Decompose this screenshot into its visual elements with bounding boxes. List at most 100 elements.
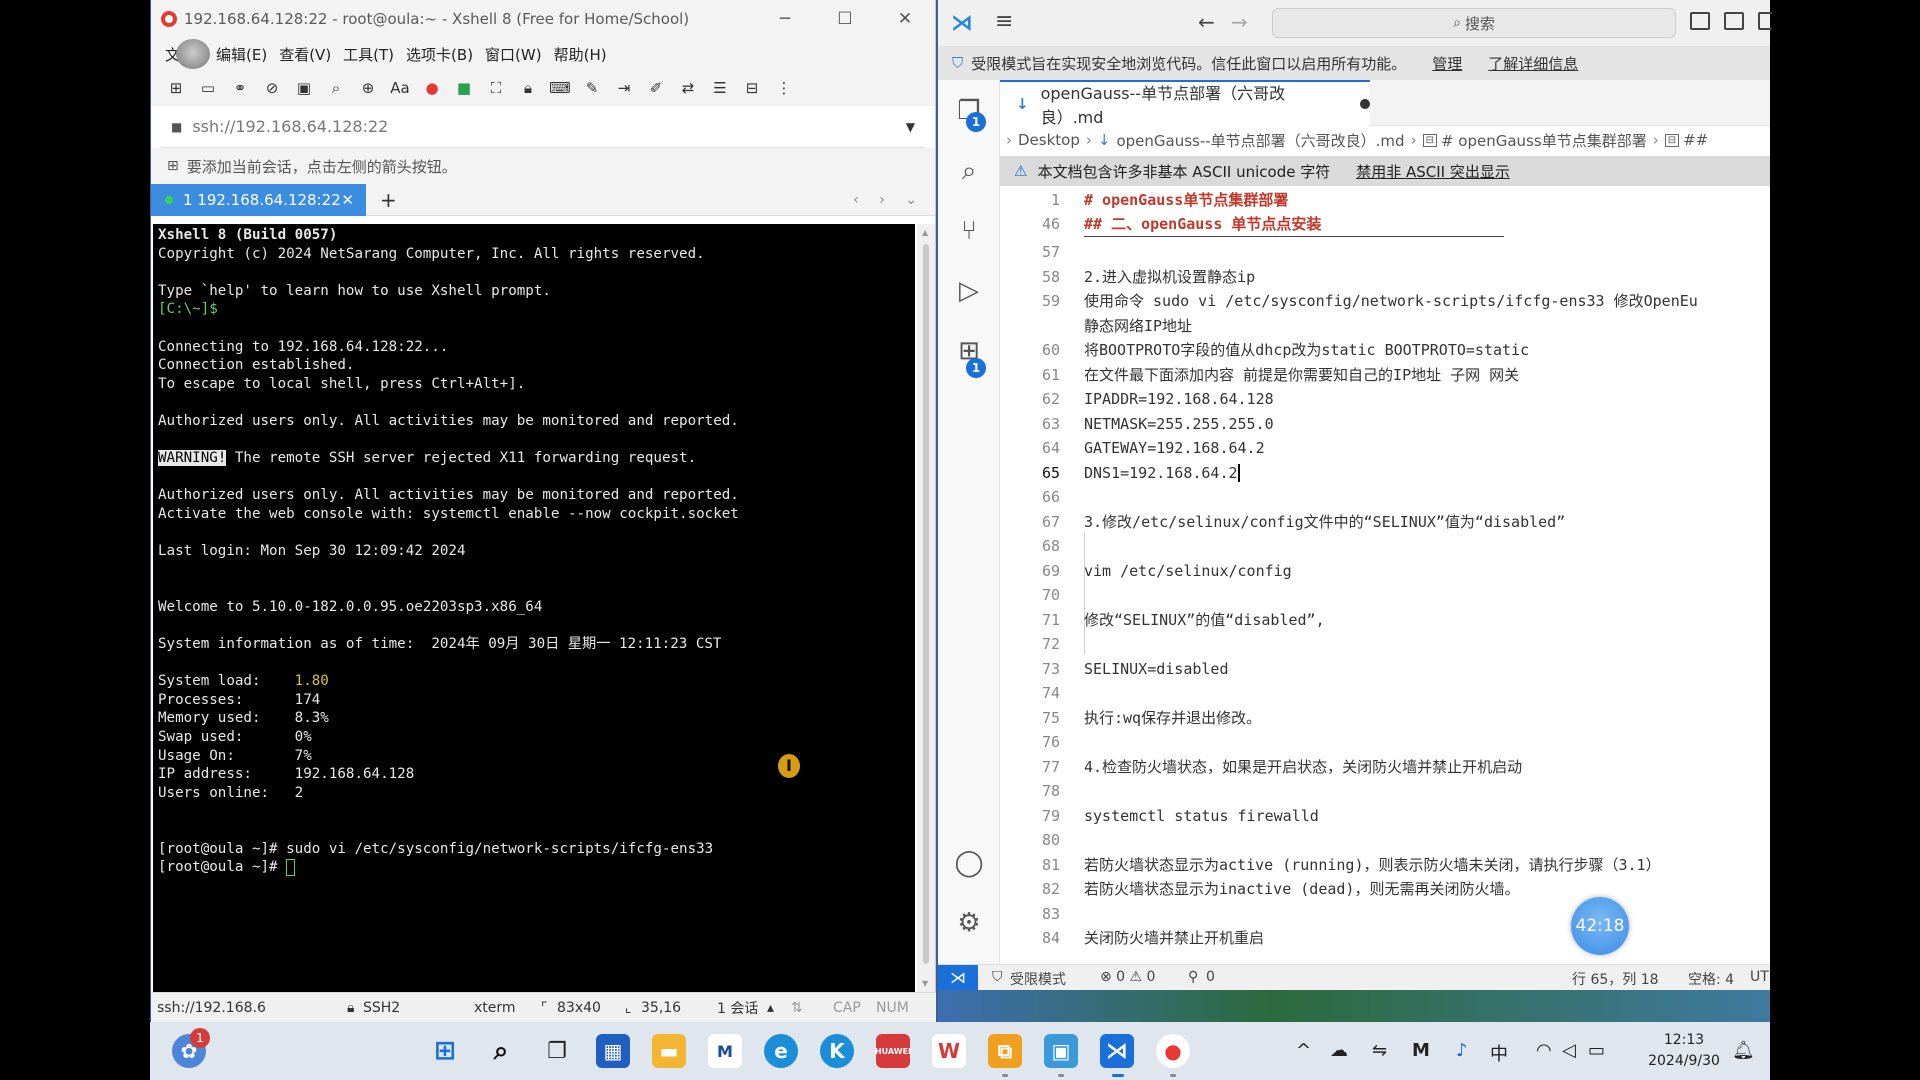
huawei-icon[interactable]: HUAWEI — [875, 1034, 911, 1068]
editor-line[interactable]: 60 将BOOTPROTO字段的值从dhcp改为static BOOTPROTO=… — [1000, 338, 1770, 363]
editor-line[interactable]: 66 — [1000, 485, 1770, 510]
xshell-logo-icon[interactable]: ● — [421, 78, 443, 98]
wifi-icon[interactable]: ◠ — [1536, 1040, 1552, 1061]
lock-icon[interactable]: 🔒︎ — [517, 78, 539, 98]
hamburger-menu-icon[interactable]: ≡ — [995, 9, 1013, 34]
new-tab-button[interactable]: + — [380, 188, 397, 212]
clock[interactable]: 12:13 2024/9/30 — [1644, 1030, 1724, 1072]
editor-line[interactable]: 静态网络IP地址 — [1000, 314, 1770, 339]
tab-navigation-icon[interactable]: ‹ › ⌄ — [853, 192, 925, 208]
editor-line[interactable]: 81 若防火墙状态显示为active (running)，则表示防火墙未关闭，请执… — [1000, 853, 1770, 878]
globe-icon[interactable]: ⊕ — [357, 78, 379, 98]
editor-line[interactable]: 84 关闭防火墙并禁止开机重启 — [1000, 926, 1770, 951]
toggle-panel-icon[interactable] — [1724, 12, 1744, 30]
address-bar[interactable]: ■ ssh://192.168.64.128:22 ▼ — [161, 106, 925, 148]
menu-tools[interactable]: 工具(T) — [343, 44, 394, 65]
editor-line[interactable]: 79 systemctl status firewalld — [1000, 804, 1770, 829]
file-explorer-icon[interactable]: ▬ — [652, 1034, 686, 1068]
editor-line[interactable]: 74 — [1000, 681, 1770, 706]
transfer-icon[interactable]: ⇥ — [613, 78, 635, 98]
script-icon[interactable]: ✐ — [645, 78, 667, 98]
command-center-search[interactable]: ⌕ 搜索 — [1272, 8, 1676, 38]
menu-window[interactable]: 窗口(W) — [485, 44, 542, 65]
add-session-icon[interactable]: ⊞ — [167, 158, 179, 174]
terminal[interactable]: Xshell 8 (Build 0057) Copyright (c) 2024 … — [153, 224, 915, 992]
breadcrumb-folder[interactable]: Desktop — [1018, 131, 1080, 149]
settings-gear-icon[interactable]: ⚙ — [952, 906, 986, 940]
status-encoding[interactable]: UT — [1750, 969, 1769, 985]
editor-line[interactable]: 83 — [1000, 902, 1770, 927]
source-control-icon[interactable]: ⑂ — [952, 214, 986, 248]
editor-line[interactable]: 71 修改“SELINUX”的值“disabled”, — [1000, 608, 1770, 633]
editor-line[interactable]: 68 — [1000, 534, 1770, 559]
wps-office-icon[interactable]: W — [932, 1034, 966, 1068]
minimize-icon[interactable]: ─ — [755, 9, 815, 29]
menu-edit[interactable]: 编辑(E) — [216, 44, 267, 65]
tunnel-icon[interactable]: ⇄ — [677, 78, 699, 98]
menu-help[interactable]: 帮助(H) — [554, 44, 607, 65]
menu-tabs[interactable]: 选项卡(B) — [406, 44, 473, 65]
terminal-scrollbar[interactable]: ▲ ▼ — [917, 224, 935, 992]
chevron-down-icon[interactable]: ▼ — [906, 120, 915, 134]
editor-line[interactable]: 64 GATEWAY=192.168.64.2 — [1000, 436, 1770, 461]
editor-line[interactable]: 65 DNS1=192.168.64.2 — [1000, 461, 1770, 486]
editor-line[interactable]: 63 NETMASK=255.255.255.0 — [1000, 412, 1770, 437]
editor-line[interactable]: 75 执行:wq保存并退出修改。 — [1000, 706, 1770, 731]
fullscreen-icon[interactable]: ⛶ — [485, 78, 507, 98]
reconnect-icon[interactable]: ⚭ — [229, 78, 251, 98]
editor-line[interactable]: 70 — [1000, 583, 1770, 608]
microphone-icon[interactable]: ♪ — [1456, 1040, 1468, 1061]
compose-icon[interactable]: ✎ — [581, 78, 603, 98]
search-icon[interactable]: ⌕ — [484, 1034, 518, 1068]
status-problems[interactable]: ⊗ 0 ⚠ 0 — [1100, 969, 1155, 985]
show-hidden-icons-icon[interactable]: ^ — [1296, 1040, 1311, 1061]
wps-tray-icon[interactable]: M — [1412, 1040, 1430, 1061]
microsoft-store-icon[interactable]: ▦ — [596, 1034, 630, 1068]
editor-line[interactable]: 80 — [1000, 828, 1770, 853]
remote-desktop-icon[interactable]: ▣ — [1044, 1034, 1078, 1077]
unsaved-dot-icon[interactable] — [1360, 99, 1370, 109]
editor-line[interactable]: 78 — [1000, 779, 1770, 804]
sticky-scroll[interactable]: 1 # openGauss单节点集群部署 46 ## 二、openGauss 单节点点… — [1000, 186, 1770, 238]
snipping-tool-icon[interactable]: ⧉ — [988, 1034, 1022, 1077]
menu-view[interactable]: 查看(V) — [279, 44, 331, 65]
screen-icon[interactable]: ▣ — [293, 78, 315, 98]
volume-icon[interactable]: ◁ — [1562, 1040, 1576, 1061]
wps-mail-icon[interactable]: M — [708, 1034, 742, 1068]
xshell-taskbar-icon[interactable]: ● — [1156, 1034, 1190, 1077]
session-tab[interactable]: 1 192.168.64.128:22 ✕ — [151, 183, 366, 216]
new-session-icon[interactable]: ⊞ — [165, 78, 187, 98]
battery-icon[interactable]: ▭ — [1588, 1040, 1605, 1061]
status-ports[interactable]: 0 — [1206, 969, 1215, 985]
breadcrumb-heading[interactable]: # openGauss单节点集群部署 — [1441, 130, 1647, 151]
manage-link[interactable]: 管理 — [1432, 53, 1462, 74]
editor-line[interactable]: 61 在文件最下面添加内容 前提是你需要知自己的IP地址 子网 网关 — [1000, 363, 1770, 388]
learn-more-link[interactable]: 了解详细信息 — [1488, 53, 1578, 74]
search-icon[interactable]: ⌕ — [325, 78, 347, 98]
search-icon[interactable]: ⌕ — [952, 154, 986, 188]
editor-line[interactable]: 59 使用命令 sudo vi /etc/sysconfig/network-sc… — [1000, 289, 1770, 314]
status-spaces[interactable]: 空格: 4 — [1688, 969, 1734, 989]
account-icon[interactable]: ◯ — [952, 846, 986, 880]
status-restricted[interactable]: 受限模式 — [1010, 969, 1066, 989]
notifications-bell-icon[interactable]: 🔔︎ — [1732, 1040, 1755, 1061]
open-folder-icon[interactable]: ▭ — [197, 78, 219, 98]
toggle-secondary-sidebar-icon[interactable] — [1758, 12, 1772, 30]
onedrive-icon[interactable]: ☁ — [1330, 1040, 1348, 1061]
editor-tab[interactable]: ↓ openGauss--单节点部署（六哥改良）.md — [1000, 80, 1370, 127]
layout-icon[interactable]: ⊟ — [741, 78, 763, 98]
address-value[interactable]: ssh://192.168.64.128:22 — [192, 117, 388, 136]
scrollbar-thumb[interactable] — [923, 244, 929, 964]
close-icon[interactable]: ✕ — [875, 9, 935, 29]
scroll-down-icon[interactable]: ▼ — [922, 979, 928, 988]
editor-line[interactable]: 58 2.进入虚拟机设置静态ip — [1000, 265, 1770, 290]
sessions-arrow-icon[interactable]: ▴ — [767, 1000, 774, 1016]
keyboard-icon[interactable]: ⌨ — [549, 78, 571, 98]
editor-line[interactable]: 69 vim /etc/selinux/config — [1000, 559, 1770, 584]
editor-line[interactable]: 57 — [1000, 240, 1770, 265]
font-icon[interactable]: Aa — [389, 78, 411, 98]
editor-line[interactable]: 82 若防火墙状态显示为inactive (dead)，则无需再关闭防火墙。 — [1000, 877, 1770, 902]
toggle-sidebar-icon[interactable] — [1690, 12, 1710, 30]
vscode-taskbar-icon[interactable]: ⋊ — [1100, 1034, 1134, 1077]
task-view-icon[interactable]: ❐ — [540, 1034, 574, 1068]
